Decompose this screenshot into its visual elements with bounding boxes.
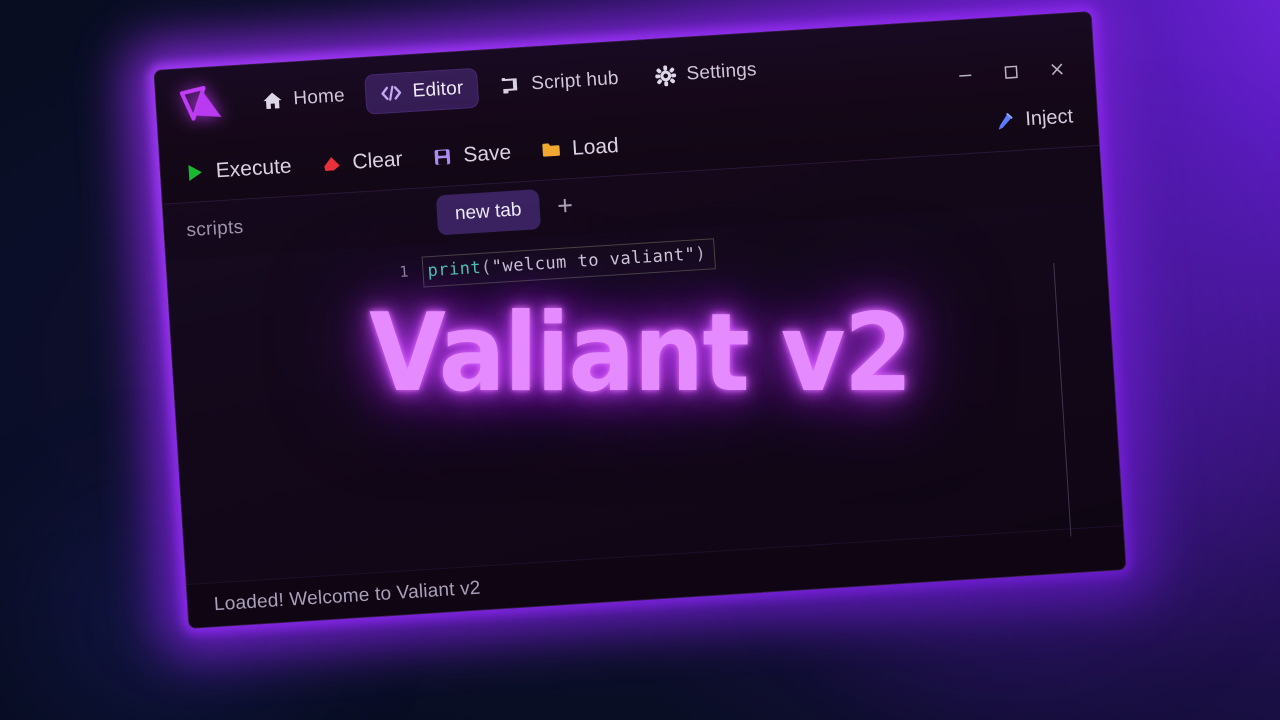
maximize-icon[interactable] (997, 58, 1025, 86)
code-icon (380, 81, 403, 104)
code-line-1[interactable]: print("welcum to valiant") (421, 238, 717, 288)
line-number: 1 (398, 262, 410, 281)
load-label: Load (571, 133, 620, 160)
eraser-icon (321, 153, 342, 174)
status-message: Loaded! Welcome to Valiant v2 (213, 577, 482, 615)
execute-button[interactable]: Execute (182, 150, 295, 189)
clear-button[interactable]: Clear (318, 143, 405, 180)
nav-item-label: Settings (685, 59, 758, 85)
save-label: Save (462, 140, 512, 167)
app-window: Home Editor Script hub Settings Execute … (153, 11, 1127, 629)
save-button[interactable]: Save (429, 136, 514, 173)
play-icon (184, 162, 205, 183)
home-icon (261, 89, 284, 112)
line-number-gutter: 1 (166, 245, 441, 584)
floppy-icon (432, 146, 453, 167)
code-token-string: "welcum to valiant" (491, 244, 697, 278)
execute-label: Execute (215, 154, 293, 182)
nav-item-editor[interactable]: Editor (364, 67, 480, 115)
inject-button[interactable]: Inject (991, 101, 1076, 137)
app-window-wrapper: Home Editor Script hub Settings Execute … (125, 0, 1155, 657)
code-token-close-paren: ) (694, 243, 707, 265)
inject-label: Inject (1024, 105, 1074, 131)
nav-item-script-hub[interactable]: Script hub (483, 58, 635, 107)
nav-item-label: Script hub (530, 67, 620, 95)
window-controls (951, 55, 1074, 89)
code-token-keyword: print (426, 257, 482, 282)
load-button[interactable]: Load (538, 129, 622, 166)
minimize-icon[interactable] (951, 61, 979, 89)
code-editor[interactable]: 1 print("welcum to valiant") (166, 201, 1123, 584)
folder-icon (540, 139, 561, 160)
scroll-icon (499, 74, 522, 97)
scripts-label: scripts (185, 216, 245, 242)
tabs-area: new tab + (435, 187, 579, 236)
close-icon[interactable] (1043, 56, 1071, 84)
clear-label: Clear (351, 147, 404, 174)
syringe-icon (994, 111, 1015, 132)
nav-item-settings[interactable]: Settings (638, 49, 773, 97)
nav-item-label: Home (292, 85, 346, 110)
nav-item-home[interactable]: Home (245, 75, 361, 122)
tab-label: new tab (454, 199, 523, 225)
nav-item-label: Editor (412, 77, 465, 102)
gear-icon (654, 64, 677, 87)
code-area[interactable]: print("welcum to valiant") (421, 202, 1123, 568)
add-tab-button[interactable]: + (552, 190, 578, 223)
tab-new-tab[interactable]: new tab (435, 189, 541, 236)
valiant-logo[interactable] (177, 83, 226, 128)
